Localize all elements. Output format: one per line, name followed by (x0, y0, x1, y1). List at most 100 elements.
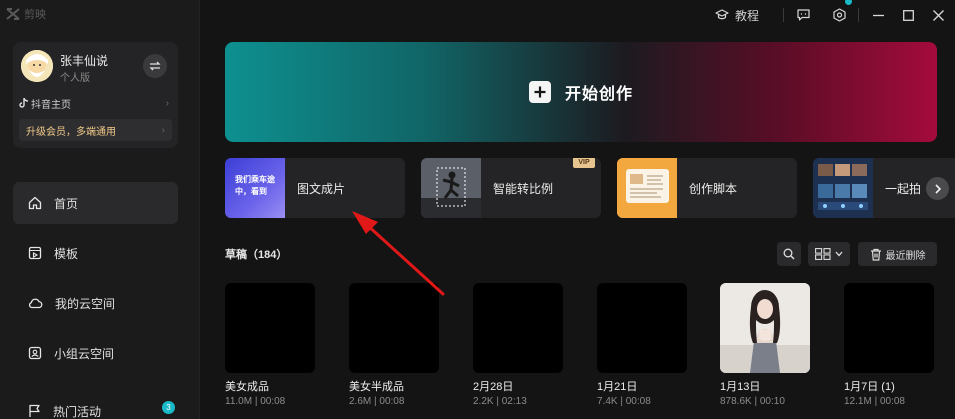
shoot-together-thumbnail (813, 158, 873, 218)
switch-account-button[interactable] (143, 54, 167, 78)
grid-view-icon (815, 248, 831, 260)
start-creation-label: 开始创作 (564, 86, 633, 103)
draft-item[interactable]: 1月21日 7.4K | 00:08 (597, 283, 687, 407)
recently-deleted-button[interactable]: 最近删除 (858, 242, 937, 266)
settings-notification-dot (845, 0, 852, 5)
chevron-down-icon (835, 251, 843, 257)
draft-thumbnail (844, 283, 934, 373)
feedback-button[interactable] (788, 0, 818, 30)
template-icon (28, 246, 42, 260)
feature-card-smart-ratio[interactable]: 智能转比例 VIP (421, 158, 601, 218)
minimize-button[interactable] (863, 0, 893, 30)
sidebar-item-label: 我的云空间 (55, 296, 116, 311)
draft-item[interactable]: 2月28日 2.2K | 02:13 (473, 283, 563, 407)
minimize-icon (872, 14, 884, 16)
title-bar: 教程 (0, 0, 955, 30)
draft-duration: 00:08 (379, 396, 405, 407)
thumbnail-caption: 我们乘车途中，看到 (235, 175, 275, 196)
titlebar-divider (783, 8, 784, 22)
settings-button[interactable] (824, 0, 854, 30)
feature-label: 创作脚本 (689, 181, 738, 196)
douyin-homepage-link[interactable]: 抖音主页 › (19, 95, 169, 111)
sidebar-item-template[interactable]: 模板 (13, 232, 178, 274)
douyin-icon (19, 98, 28, 108)
chevron-right-icon: › (165, 97, 169, 109)
chevron-right-icon: › (161, 124, 165, 136)
recently-deleted-label: 最近删除 (885, 250, 926, 262)
draft-meta: 7.4K | 00:08 (597, 396, 687, 407)
drafts-title: 草稿（184） (225, 246, 287, 262)
flag-icon (29, 404, 40, 417)
smart-ratio-thumbnail (421, 158, 481, 218)
draft-meta: 12.1M | 00:08 (844, 396, 934, 407)
sidebar-item-home[interactable]: 首页 (13, 182, 178, 224)
tutorial-label: 教程 (734, 8, 759, 23)
search-icon (783, 248, 795, 260)
close-button[interactable] (923, 0, 953, 30)
draft-duration: 00:08 (260, 396, 286, 407)
draft-thumbnail (473, 283, 563, 373)
sidebar-item-hot-events[interactable]: 热门活动 3 (13, 390, 178, 419)
draft-meta: 11.0M | 00:08 (225, 396, 315, 407)
draft-item[interactable]: 美女半成品 2.6M | 00:08 (349, 283, 439, 407)
draft-meta: 878.6K | 00:10 (720, 396, 810, 407)
feature-label: 智能转比例 (493, 181, 554, 196)
feature-cards: 我们乘车途中，看到 图文成片 智能转比例 VIP 创作脚本 一起拍 (225, 158, 955, 218)
sidebar-item-label: 模板 (54, 246, 79, 261)
tutorial-button[interactable]: 教程 (715, 7, 759, 24)
sidebar-item-label: 热门活动 (53, 404, 102, 419)
start-creation-button[interactable]: 开始创作 (225, 42, 937, 142)
drafts-title-label: 草稿 (225, 249, 247, 261)
script-thumbnail (617, 158, 677, 218)
sidebar-item-label: 首页 (54, 196, 79, 211)
search-button[interactable] (777, 242, 801, 266)
avatar[interactable] (21, 50, 53, 82)
swap-icon (149, 61, 161, 71)
plus-icon (528, 81, 551, 103)
draft-duration: 02:13 (501, 396, 527, 407)
user-card: 张丰仙说 个人版 抖音主页 › 升级会员，多端通用 › (13, 42, 178, 148)
tutorial-icon (715, 9, 729, 20)
draft-thumbnail (225, 283, 315, 373)
draft-size: 11.0M (225, 396, 253, 407)
user-plan: 个人版 (60, 73, 90, 84)
feature-card-text-to-video[interactable]: 我们乘车途中，看到 图文成片 (225, 158, 405, 218)
titlebar-divider (858, 8, 859, 22)
view-mode-dropdown[interactable] (808, 242, 850, 266)
sidebar-item-my-cloud[interactable]: 我的云空间 (13, 282, 178, 324)
draft-thumbnail (349, 283, 439, 373)
meta-separator: | (493, 396, 502, 407)
team-cloud-icon (28, 346, 42, 360)
draft-meta: 2.6M | 00:08 (349, 396, 439, 407)
carousel-next-button[interactable] (926, 177, 949, 200)
upgrade-label: 升级会员，多端通用 (26, 126, 116, 138)
draft-size: 878.6K (720, 396, 752, 407)
text-to-video-thumbnail: 我们乘车途中，看到 (225, 158, 285, 218)
draft-meta: 2.2K | 02:13 (473, 396, 563, 407)
draft-name: 美女半成品 (349, 381, 404, 393)
drafts-count: （184） (247, 249, 288, 261)
draft-item[interactable]: 美女成品 11.0M | 00:08 (225, 283, 315, 407)
draft-size: 7.4K (597, 396, 618, 407)
draft-name: 1月13日 (720, 381, 761, 393)
maximize-button[interactable] (893, 0, 923, 30)
draft-duration: 00:08 (625, 396, 651, 407)
feature-label: 图文成片 (297, 181, 346, 196)
meta-separator: | (617, 396, 626, 407)
draft-name: 美女成品 (225, 381, 269, 393)
feedback-icon (796, 9, 810, 21)
upgrade-vip-button[interactable]: 升级会员，多端通用 › (19, 119, 172, 141)
sidebar-item-team-cloud[interactable]: 小组云空间 (13, 332, 178, 374)
meta-separator: | (252, 396, 261, 407)
draft-size: 12.1M (844, 396, 872, 407)
cloud-icon (28, 298, 43, 309)
feature-card-script[interactable]: 创作脚本 (617, 158, 797, 218)
sidebar: 剪映 张丰仙说 个人版 抖音主页 › 升级会员，多端通用 › 首页 模板 我的云… (0, 0, 200, 419)
home-icon (28, 196, 42, 210)
chevron-right-icon (934, 183, 941, 194)
draft-item[interactable]: 1月7日 (1) 12.1M | 00:08 (844, 283, 934, 407)
draft-size: 2.6M (349, 396, 372, 407)
draft-item[interactable]: 1月13日 878.6K | 00:10 (720, 283, 810, 407)
draft-thumbnail (597, 283, 687, 373)
draft-name: 2月28日 (473, 381, 514, 393)
